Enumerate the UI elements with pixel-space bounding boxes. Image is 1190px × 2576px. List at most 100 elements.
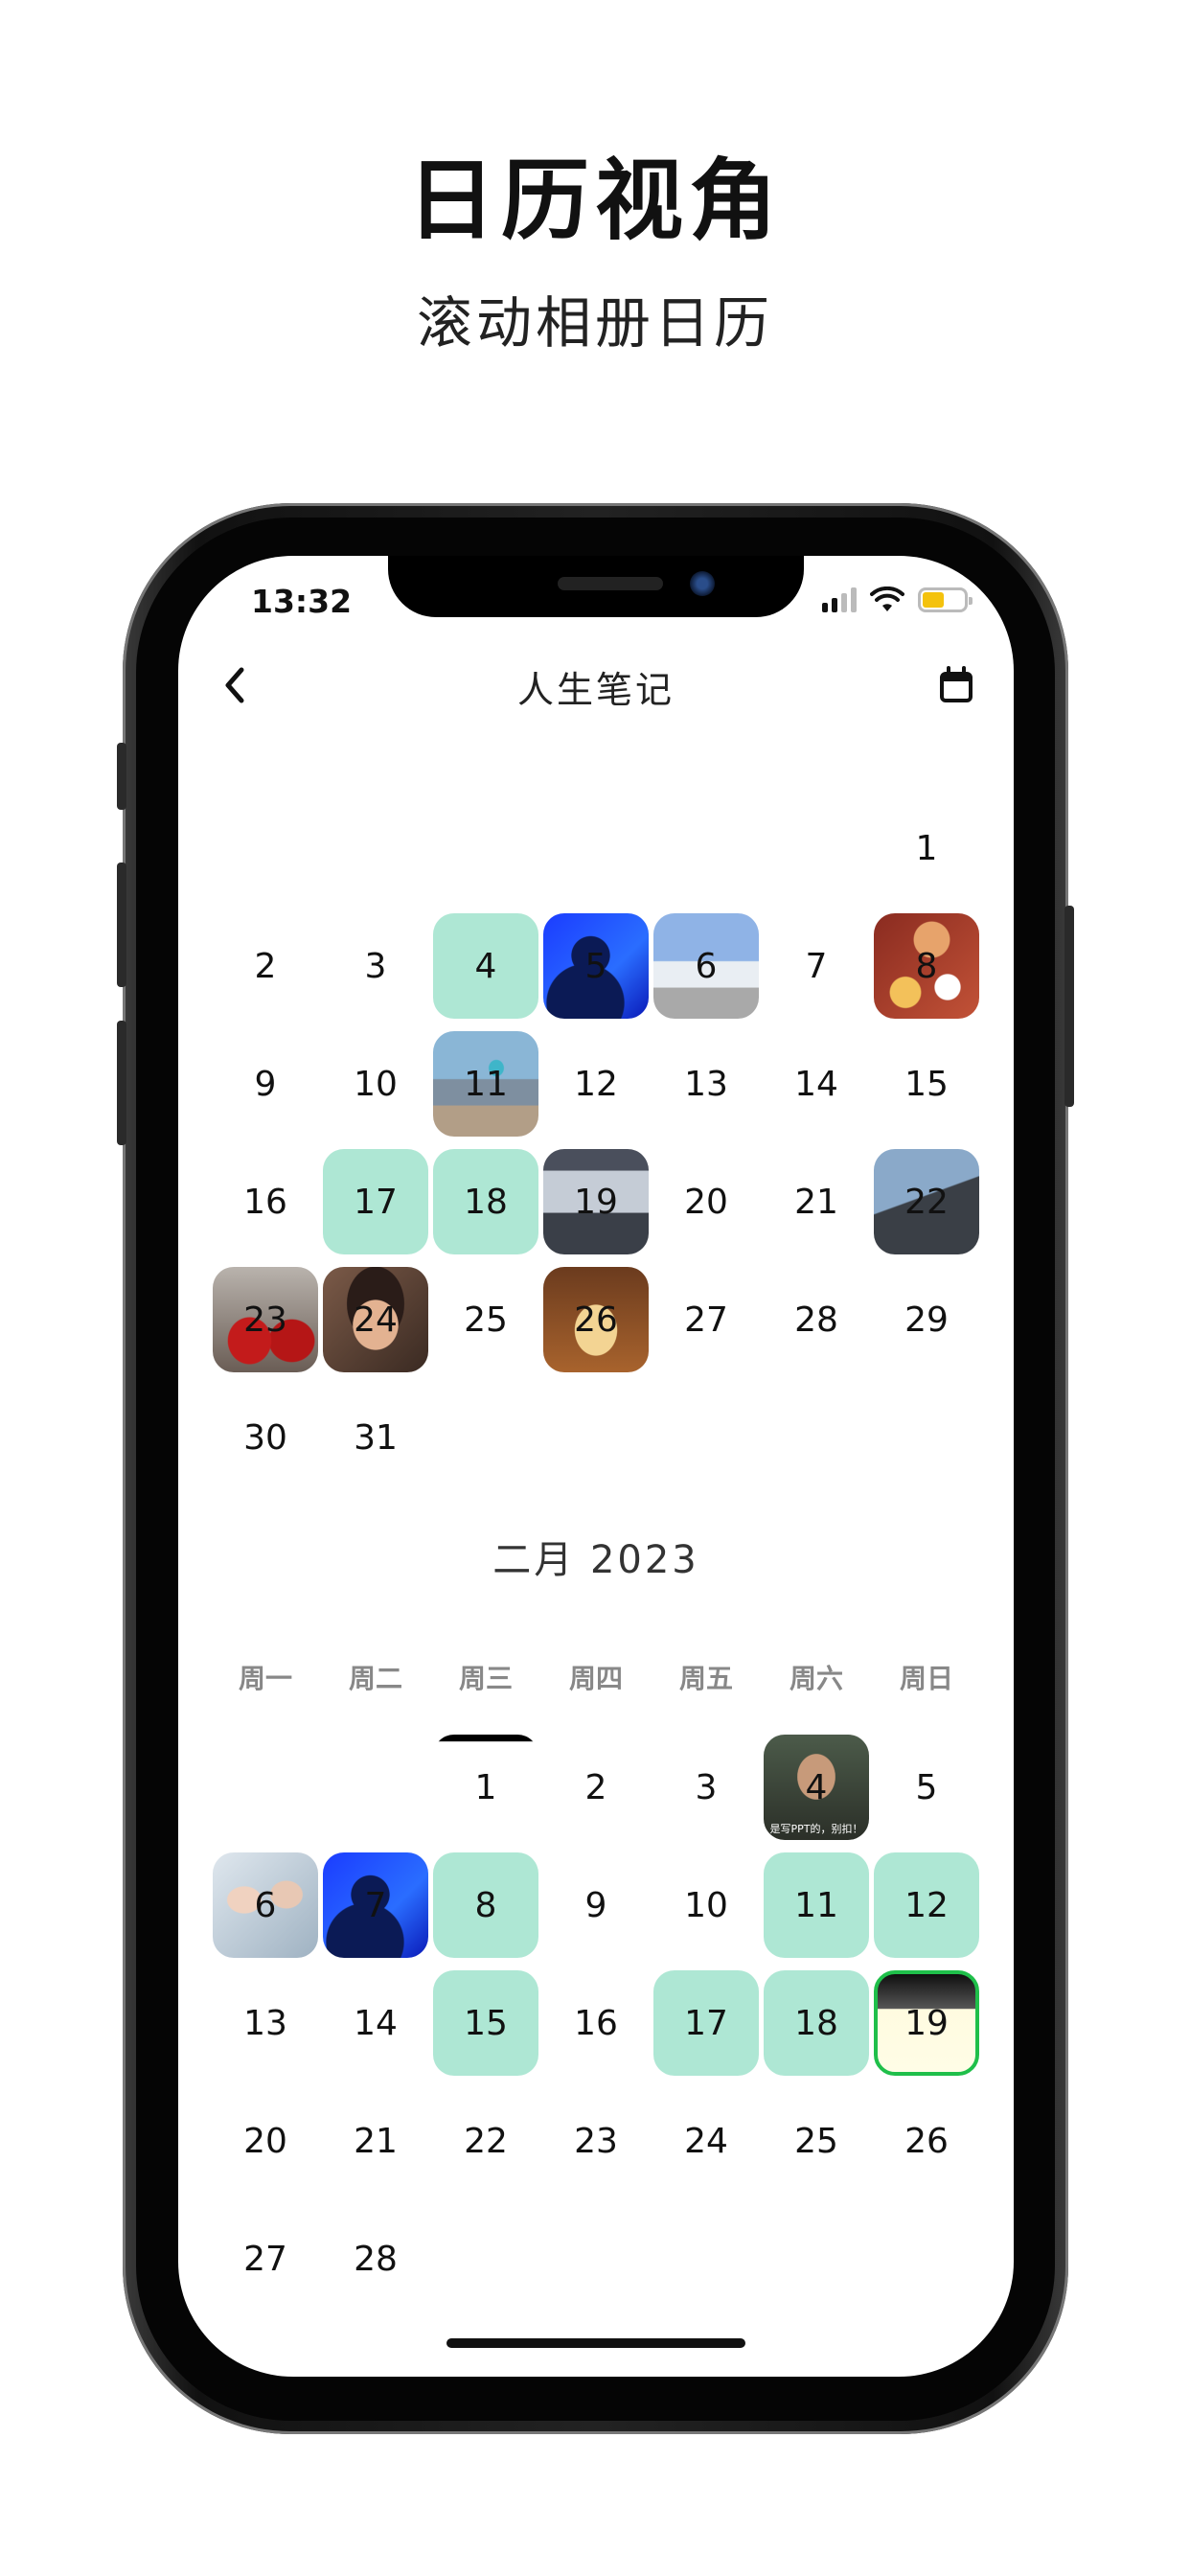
power-button [1064, 906, 1074, 1107]
calendar-day[interactable]: 10 [323, 1031, 428, 1137]
calendar-day[interactable]: 25 [764, 2088, 869, 2194]
calendar-day[interactable]: 27 [653, 1267, 759, 1372]
calendar-day[interactable]: 17 [653, 1970, 759, 2076]
calendar-day-photo[interactable]: 6 [213, 1852, 318, 1958]
status-icons [822, 585, 973, 615]
calendar-day-photo[interactable]: 24 [323, 1267, 428, 1372]
calendar-day[interactable]: 13 [653, 1031, 759, 1137]
weekday-label: 周四 [568, 1663, 623, 1694]
calendar-day[interactable]: 2 [213, 913, 318, 1019]
calendar-day[interactable]: 9 [213, 1031, 318, 1137]
calendar-day[interactable]: 25 [433, 1267, 538, 1372]
day-number: 24 [354, 1300, 398, 1340]
calendar-day[interactable]: 1 [874, 795, 979, 901]
status-time: 13:32 [251, 583, 353, 620]
calendar-day-photo[interactable]: 23 [213, 1267, 318, 1372]
calendar-day-photo[interactable]: 11 [433, 1031, 538, 1137]
calendar-day[interactable]: 18 [433, 1149, 538, 1254]
calendar-day-photo[interactable]: 22 [874, 1149, 979, 1254]
calendar-day[interactable]: 20 [213, 2088, 318, 2194]
day-number: 18 [464, 1182, 508, 1222]
day-number: 6 [695, 946, 718, 986]
calendar-day[interactable]: 17 [323, 1149, 428, 1254]
calendar-day[interactable]: 27 [213, 2206, 318, 2312]
calendar-day[interactable]: 20 [653, 1149, 759, 1254]
calendar-day[interactable]: 8 [433, 1852, 538, 1958]
day-number: 26 [574, 1300, 618, 1340]
calendar-day-photo[interactable]: 8 [874, 913, 979, 1019]
calendar-day[interactable]: 16 [213, 1149, 318, 1254]
weekday-label: 周二 [348, 1663, 402, 1694]
calendar-day[interactable]: 12 [874, 1852, 979, 1958]
front-camera [690, 571, 715, 596]
day-number: 1 [474, 1767, 497, 1807]
mute-switch [117, 743, 126, 810]
day-number: 7 [805, 946, 828, 986]
calendar-day[interactable]: 24 [653, 2088, 759, 2194]
day-number: 17 [354, 1182, 398, 1222]
notch [388, 556, 804, 617]
calendar-day-photo[interactable]: 4 是写PPT的，别扣！ [764, 1735, 869, 1840]
day-number: 22 [904, 1182, 949, 1222]
calendar-day[interactable]: 11 [764, 1852, 869, 1958]
calendar-day-photo[interactable]: 5 [543, 913, 649, 1019]
day-number: 18 [794, 2003, 838, 2043]
calendar-day[interactable]: 15 [433, 1970, 538, 2076]
calendar-day[interactable]: 18 [764, 1970, 869, 2076]
calendar-day[interactable]: 19 [874, 1970, 979, 2076]
calendar-day[interactable]: 10 [653, 1852, 759, 1958]
weekday-label: 周六 [789, 1663, 843, 1694]
day-number: 9 [254, 1064, 277, 1104]
day-number: 23 [574, 2121, 618, 2161]
calendar-day[interactable]: 30 [213, 1385, 318, 1490]
day-number: 12 [904, 1885, 949, 1925]
calendar-day[interactable]: 4 [433, 913, 538, 1019]
day-number: 7 [364, 1885, 387, 1925]
calendar-day[interactable]: 3 [323, 913, 428, 1019]
calendar-icon[interactable] [927, 656, 985, 714]
calendar-day[interactable]: 16 [543, 1970, 649, 2076]
calendar-day[interactable]: 2 [543, 1735, 649, 1840]
calendar-day[interactable]: 14 [323, 1970, 428, 2076]
calendar-day[interactable]: 26 [874, 2088, 979, 2194]
day-number: 16 [574, 2003, 618, 2043]
calendar-day[interactable]: 23 [543, 2088, 649, 2194]
calendar-day-photo[interactable]: 1 [433, 1735, 538, 1840]
day-number: 11 [464, 1064, 508, 1104]
calendar-day[interactable]: 15 [874, 1031, 979, 1137]
day-number: 25 [464, 1300, 508, 1340]
calendar-day[interactable]: 5 [874, 1735, 979, 1840]
calendar-day[interactable]: 13 [213, 1970, 318, 2076]
calendar-day[interactable]: 12 [543, 1031, 649, 1137]
phone-screen: 13:32 人生笔记 1 2 3 4 5 6 7 8 9 10 11 12 13 14 15 16 17 18 19… [178, 556, 1014, 2377]
calendar-day[interactable]: 28 [323, 2206, 428, 2312]
volume-down-button [117, 1021, 126, 1145]
day-number: 12 [574, 1064, 618, 1104]
calendar-day[interactable]: 3 [653, 1735, 759, 1840]
day-number: 9 [584, 1885, 607, 1925]
calendar-day-photo[interactable]: 6 [653, 913, 759, 1019]
day-number: 17 [684, 2003, 728, 2043]
calendar-day[interactable]: 28 [764, 1267, 869, 1372]
calendar-day[interactable]: 21 [323, 2088, 428, 2194]
day-number: 1 [915, 828, 938, 868]
calendar-day[interactable]: 22 [433, 2088, 538, 2194]
wifi-icon [870, 586, 904, 611]
calendar-day[interactable]: 14 [764, 1031, 869, 1137]
calendar-day[interactable]: 29 [874, 1267, 979, 1372]
day-number: 21 [794, 1182, 838, 1222]
day-number: 15 [904, 1064, 949, 1104]
day-number: 26 [904, 2121, 949, 2161]
day-number: 15 [464, 2003, 508, 2043]
calendar-day[interactable]: 7 [764, 913, 869, 1019]
calendar-day-photo[interactable]: 7 [323, 1852, 428, 1958]
day-number: 20 [243, 2121, 287, 2161]
month-grid-january: 1 2 3 4 5 6 7 8 9 10 11 12 13 14 15 16 17 18 19 20 21 22 23 24 2… [213, 795, 987, 1562]
weekday-label: 周日 [899, 1663, 953, 1694]
calendar-day[interactable]: 31 [323, 1385, 428, 1490]
calendar-day[interactable]: 21 [764, 1149, 869, 1254]
calendar-day[interactable]: 9 [543, 1852, 649, 1958]
calendar-day-photo[interactable]: 26 [543, 1267, 649, 1372]
calendar-day-photo[interactable]: 19 [543, 1149, 649, 1254]
day-number: 2 [254, 946, 277, 986]
